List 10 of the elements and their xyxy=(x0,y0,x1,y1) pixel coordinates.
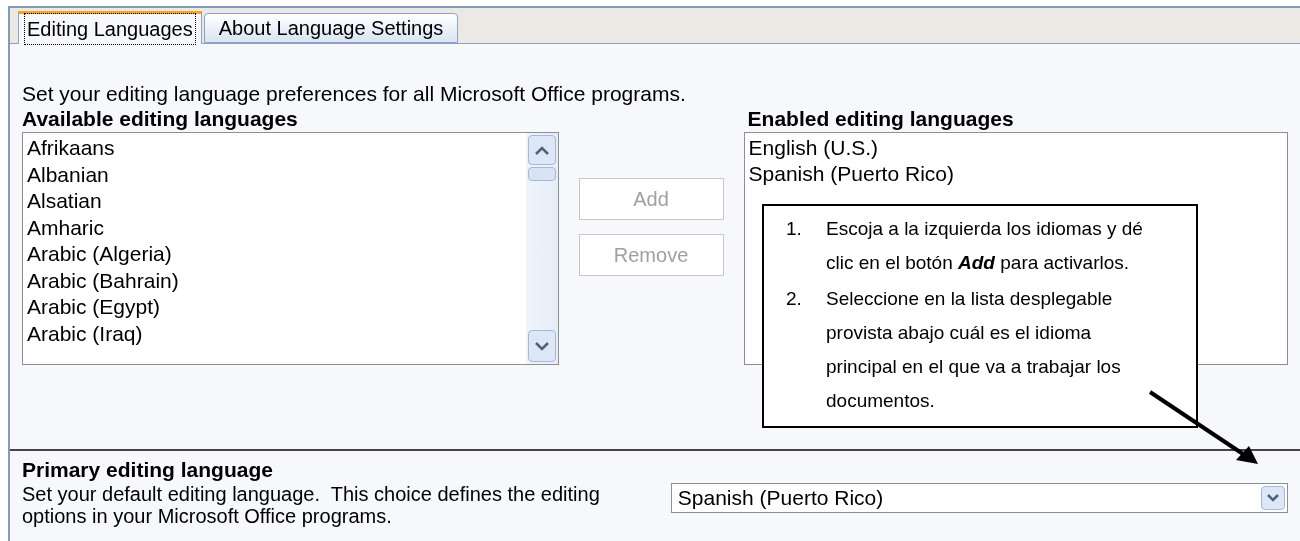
step-number: 1. xyxy=(786,217,803,241)
section-heading: Enabled editing languages xyxy=(746,108,1015,130)
step-text: Escoja a la izquierda los idiomas y dé clic en el botón Add para activarlos. xyxy=(826,217,1144,275)
dropdown-value: Spanish (Puerto Rico) xyxy=(677,485,885,512)
section-heading: Available editing languages xyxy=(22,108,299,130)
description-text: Set your default editing language. This choice defines the editing options in your Microsoft Office programs. xyxy=(22,483,601,527)
step-text: Seleccione en la lista desplegable provista abajo cuál es el idioma principal en el que va a trabajar los documentos. xyxy=(826,287,1122,413)
step-number: 2. xyxy=(786,287,803,311)
intro-text: Set your editing language preferences for all Microsoft Office programs. xyxy=(22,82,687,106)
section-heading: Primary editing language xyxy=(22,459,274,481)
